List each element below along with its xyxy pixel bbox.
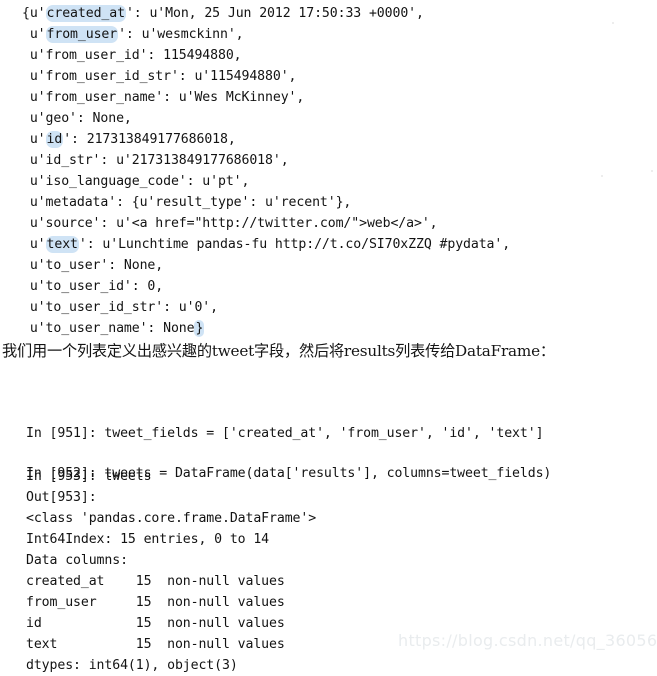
code-text: u': [22, 132, 46, 147]
scan-speckle: [601, 175, 603, 177]
code-text: u'from_user_name': u'Wes McKinney',: [22, 90, 305, 105]
code-cell-953: In [953]: tweets Out[953]: <class 'pandas.…: [26, 466, 316, 676]
code-text: u'to_user_id': 0,: [22, 279, 164, 294]
code-text: u': [22, 27, 46, 42]
dict-line: u'metadata': {u'result_type': u'recent'}…: [22, 192, 510, 213]
dict-line: u'id_str': u'217313849177686018',: [22, 150, 510, 171]
dict-line: u'to_user_name': None}: [22, 318, 510, 339]
highlighted-key: from_user: [45, 26, 119, 43]
dict-line: u'from_user_id_str': u'115494880',: [22, 66, 510, 87]
code-text: ': 217313849177686018,: [63, 132, 236, 147]
code-text: u'from_user_id_str': u'115494880',: [22, 69, 297, 84]
dict-line: u'to_user_id_str': u'0',: [22, 297, 510, 318]
code-text: u'to_user': None,: [22, 258, 164, 273]
dict-line: u'source': u'<a href="http://twitter.com…: [22, 213, 510, 234]
code-text: u'id_str': u'217313849177686018',: [22, 153, 289, 168]
code-text: u': [22, 237, 46, 252]
code-text: u'source': u'<a href="http://twitter.com…: [22, 216, 438, 231]
output-line: created_at 15 non-null values: [26, 574, 285, 589]
scan-speckle: [651, 170, 653, 172]
page-canvas: {u'created_at': u'Mon, 25 Jun 2012 17:50…: [0, 0, 657, 673]
code-text: ': u'Mon, 25 Jun 2012 17:50:33 +0000',: [125, 6, 424, 21]
highlighted-key: created_at: [45, 5, 126, 22]
code-text: {u': [22, 6, 46, 21]
csdn-watermark: https://blog.csdn.net/qq_36056219: [398, 631, 657, 650]
code-text: u'metadata': {u'result_type': u'recent'}…: [22, 195, 352, 210]
highlighted-key: id: [45, 131, 64, 148]
code-text: ': u'wesmckinn',: [118, 27, 244, 42]
output-line: id 15 non-null values: [26, 616, 285, 631]
dict-line: u'text': u'Lunchtime pandas-fu http://t.…: [22, 234, 510, 255]
output-line: <class 'pandas.core.frame.DataFrame'>: [26, 511, 317, 526]
output-line: dtypes: int64(1), object(3): [26, 658, 238, 673]
code-text: u'geo': None,: [22, 111, 132, 126]
highlighted-key: text: [45, 236, 79, 253]
dict-line: u'from_user_id': 115494880,: [22, 45, 510, 66]
scan-speckle: [612, 22, 614, 24]
output-line: Int64Index: 15 entries, 0 to 14: [26, 532, 270, 547]
output-line: from_user 15 non-null values: [26, 595, 285, 610]
output-line: Out[953]:: [26, 490, 97, 505]
dict-line: u'iso_language_code': u'pt',: [22, 171, 510, 192]
dict-line: u'from_user': u'wesmckinn',: [22, 24, 510, 45]
code-text: u'iso_language_code': u'pt',: [22, 174, 250, 189]
dict-line: u'geo': None,: [22, 108, 510, 129]
dict-line: u'id': 217313849177686018,: [22, 129, 510, 150]
output-line: In [953]: tweets: [26, 469, 152, 484]
highlighted-key: }: [194, 320, 205, 337]
code-text: u'to_user_id_str': u'0',: [22, 300, 218, 315]
explanation-paragraph: 我们用一个列表定义出感兴趣的tweet字段，然后将results列表传给Data…: [2, 342, 555, 360]
code-text: ': u'Lunchtime pandas-fu http://t.co/SI7…: [78, 237, 511, 252]
dict-line: u'from_user_name': u'Wes McKinney',: [22, 87, 510, 108]
output-line: text 15 non-null values: [26, 637, 285, 652]
dict-line: u'to_user_id': 0,: [22, 276, 510, 297]
output-line: Data columns:: [26, 553, 128, 568]
code-text: u'to_user_name': None: [22, 321, 195, 336]
dict-line: {u'created_at': u'Mon, 25 Jun 2012 17:50…: [22, 3, 510, 24]
dict-output-block: {u'created_at': u'Mon, 25 Jun 2012 17:50…: [22, 3, 510, 339]
dict-line: u'to_user': None,: [22, 255, 510, 276]
code-text: u'from_user_id': 115494880,: [22, 48, 242, 63]
